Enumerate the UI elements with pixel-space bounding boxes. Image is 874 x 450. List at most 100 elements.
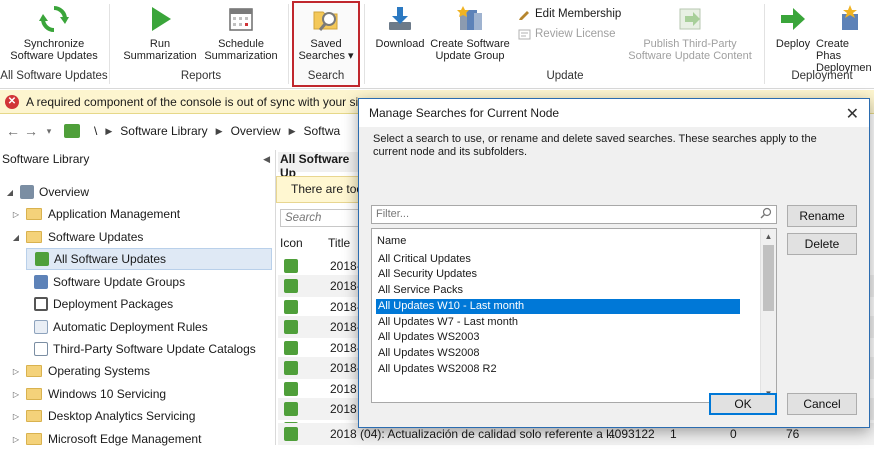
back-arrow-icon[interactable]: ← [4,123,22,139]
tree-item-label: Overview [39,185,90,199]
ok-button[interactable]: OK [709,393,777,415]
create-group-label-2: Update Group [435,50,505,62]
list-header-name[interactable]: Name [377,235,406,247]
breadcrumb-item[interactable]: Softwa [304,124,341,138]
catalog-icon [34,342,48,356]
dialog-body: Select a search to use, or rename and de… [359,127,869,427]
run-label-1: Run [149,38,171,50]
filter-input[interactable]: Filter... [371,205,777,224]
overview-icon [20,185,34,199]
folder-icon [26,231,42,243]
tree-item-deployment-packages[interactable]: Deployment Packages [34,293,173,315]
tree-item-software-updates[interactable]: ◢ Software Updates [10,226,143,248]
tree-item-label: Application Management [48,207,181,221]
breadcrumb-item[interactable]: Overview [231,124,281,138]
tree-item-label: Software Updates [48,230,144,244]
create-software-update-group-button[interactable]: Create Software Update Group [428,4,512,62]
history-dropdown-icon[interactable]: ▾ [40,126,58,137]
license-icon [518,29,531,39]
expand-arrow-icon[interactable]: ▷ [10,390,22,399]
download-icon [389,7,411,30]
folder-icon [26,433,42,445]
synchronize-software-updates-button[interactable]: Synchronize Software Updates [6,4,102,62]
tree-item-label: Deployment Packages [53,297,174,311]
dialog-title-bar: Manage Searches for Current Node ✕ [359,99,869,127]
group-label-update: Update [546,70,584,82]
delete-button[interactable]: Delete [787,233,857,255]
collapse-arrow-icon[interactable]: ◢ [4,188,16,197]
software-update-icon [284,259,298,273]
tree-item-microsoft-edge-management[interactable]: ▷ Microsoft Edge Management [10,428,202,450]
tree-item-windows-10-servicing[interactable]: ▷ Windows 10 Servicing [10,383,166,405]
tree-item-label: Automatic Deployment Rules [53,320,208,334]
expand-arrow-icon[interactable]: ▷ [10,210,22,219]
column-header-title[interactable]: Title [328,236,350,250]
schedule-summarization-button[interactable]: Schedule Summarization [200,4,282,62]
column-header-icon[interactable]: Icon [280,236,303,250]
row-title: 2018- [330,361,361,375]
list-item[interactable]: All Critical Updates [376,252,740,267]
create-group-label-1: Create Software [430,38,510,50]
list-item-selected[interactable]: All Updates W10 - Last month [376,299,740,314]
download-label: Download [375,38,425,50]
close-icon[interactable]: ✕ [846,104,859,124]
download-button[interactable]: Download [372,4,428,50]
list-item[interactable]: All Updates WS2008 [376,346,740,361]
scroll-thumb[interactable] [763,245,774,311]
tree-item-desktop-analytics-servicing[interactable]: ▷ Desktop Analytics Servicing [10,405,195,427]
tree-item-application-management[interactable]: ▷ Application Management [10,203,180,225]
folder-icon [26,208,42,220]
review-license-button[interactable]: Review License [518,27,616,41]
warning-text: A required component of the console is o… [26,94,372,109]
row-value: 0 [730,427,737,441]
group-separator [109,4,110,84]
nav-pane-title: Software Library ◀ [0,152,276,172]
tree-item-all-software-updates[interactable]: All Software Updates [26,248,272,270]
software-update-icon [284,402,298,416]
list-item[interactable]: All Service Packs [376,283,740,298]
breadcrumb-item[interactable]: Software Library [120,124,207,138]
run-summarization-button[interactable]: Run Summarization [118,4,202,62]
list-item[interactable]: All Updates WS2008 R2 [376,362,740,377]
saved-search-folder-icon [313,11,338,31]
scroll-up-icon[interactable]: ▲ [761,230,776,244]
create-phased-deployment-button[interactable]: Create Phas Deploymen [814,4,874,74]
cancel-button[interactable]: Cancel [787,393,857,415]
tree-item-operating-systems[interactable]: ▷ Operating Systems [10,360,150,382]
filter-placeholder: Filter... [376,208,410,220]
update-group-icon [457,6,482,30]
rename-button[interactable]: Rename [787,205,857,227]
publish-third-party-button[interactable]: Publish Third-Party Software Update Cont… [624,4,756,62]
saved-searches-list[interactable]: Name All Critical Updates All Security U… [371,228,777,403]
deploy-button[interactable]: Deploy [770,4,816,50]
software-update-icon [284,382,298,396]
results-search-input[interactable] [280,209,368,227]
group-label-search: Search [307,70,345,82]
edit-membership-button[interactable]: Edit Membership [518,7,621,21]
tree-item-software-update-groups[interactable]: Software Update Groups [34,271,185,293]
group-separator [764,4,765,84]
list-item[interactable]: All Updates WS2003 [376,330,740,345]
calendar-icon [229,8,253,31]
folder-icon [26,365,42,377]
forward-arrow-icon[interactable]: → [22,123,40,139]
expand-arrow-icon[interactable]: ▷ [10,435,22,444]
tree-item-label: Desktop Analytics Servicing [48,409,196,423]
collapse-arrow-icon[interactable]: ◢ [10,233,22,242]
tree-item-overview[interactable]: ◢ Overview [4,181,89,203]
list-item[interactable]: All Updates W7 - Last month [376,315,740,330]
tree-item-third-party-catalogs[interactable]: Third-Party Software Update Catalogs [34,338,256,360]
sync-label-1: Synchronize [23,38,85,50]
collapse-pane-icon[interactable]: ◀ [263,154,270,165]
expand-arrow-icon[interactable]: ▷ [10,367,22,376]
group-label-reports: Reports [180,70,222,82]
expand-arrow-icon[interactable]: ▷ [10,412,22,421]
sync-label-2: Software Updates [10,50,98,62]
schedule-label-2: Summarization [204,50,278,62]
list-item[interactable]: All Security Updates [376,267,740,282]
saved-searches-button[interactable]: Saved Searches ▾ [294,4,358,62]
schedule-label-1: Schedule [218,38,264,50]
list-scrollbar[interactable]: ▲ ▼ [760,229,776,402]
row-title: 2018 (04): Actualización de calidad solo… [330,427,619,441]
tree-item-automatic-deployment-rules[interactable]: Automatic Deployment Rules [34,316,208,338]
